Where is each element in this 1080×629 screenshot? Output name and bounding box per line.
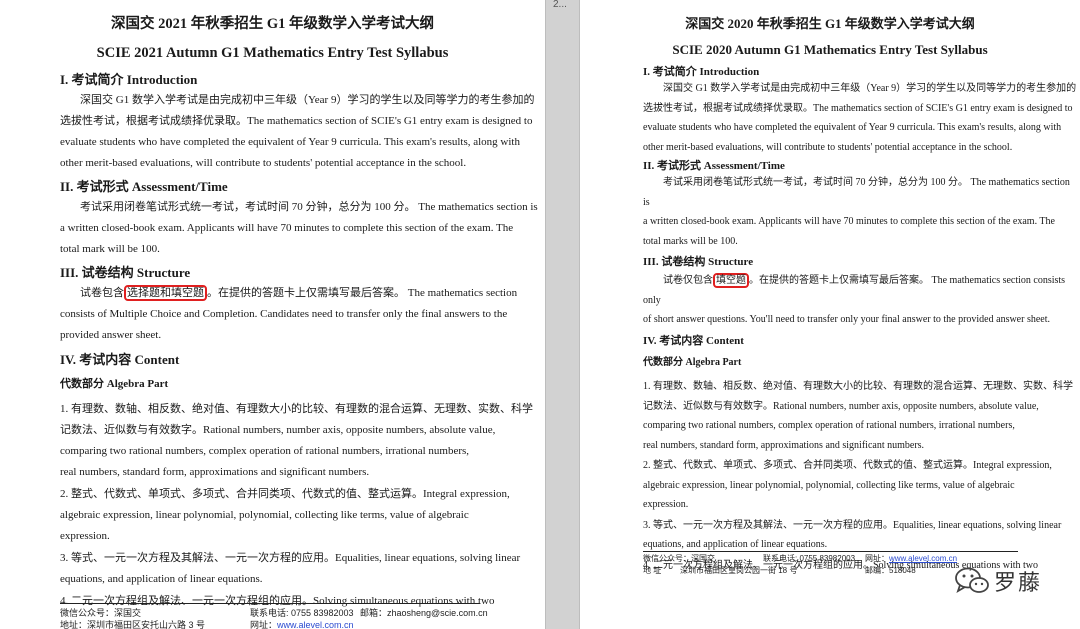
right-item-3-line: 3. 等式、一元一次方程及其解法、一元一次方程的应用。Equalities, l… — [643, 519, 1062, 531]
right-footer-address-label: 地 址 — [643, 566, 662, 575]
right-intro-line: 深国交 G1 数学入学考试是由完成初中三年级（Year 9）学习的学生以及同等学… — [663, 83, 1077, 94]
left-assessment-line: total mark will be 100. — [60, 243, 160, 255]
right-intro-line: other merit-based evaluations, will cont… — [643, 141, 1013, 153]
left-intro-line: other merit-based evaluations, will cont… — [60, 157, 467, 169]
right-item-2-line: algebraic expression, linear polynomial,… — [643, 479, 1015, 491]
left-intro-line: 选拔性考试，根据考试成绩择优录取。The mathematics section… — [60, 115, 533, 127]
right-document-page: 深国交 2020 年秋季招生 G1 年级数学入学考试大纲 SCIE 2020 A… — [580, 0, 1080, 629]
right-section-content: IV. 考试内容 Content — [643, 334, 744, 347]
left-intro-line: evaluate students who have completed the… — [60, 136, 520, 148]
left-item-2-line: algebraic expression, linear polynomial,… — [60, 509, 469, 521]
left-item-1-line: comparing two rational numbers, complex … — [60, 445, 470, 457]
right-footer-web-label: 网址： — [865, 554, 889, 563]
left-title-cn: 深国交 2021 年秋季招生 G1 年级数学入学考试大纲 — [110, 16, 435, 32]
right-intro-line: evaluate students who have completed the… — [643, 122, 1062, 133]
right-footer-postcode: 邮编：518048 — [865, 566, 916, 575]
right-item-1-line: 1. 有理数、数轴、相反数、绝对值、有理数大小的比较、有理数的混合运算、无理数、… — [643, 381, 1073, 392]
left-structure-post: 。在提供的答题卡上仅需填写最后答案。 The mathematics secti… — [207, 287, 518, 299]
right-structure-line: 试卷仅包含 填空题 。在提供的答题卡上仅需填写最后答案。 The mathemati… — [643, 271, 1078, 310]
left-section-structure: III. 试卷结构 Structure — [60, 265, 191, 280]
left-structure-line: consists of Multiple Choice and Completi… — [60, 308, 508, 320]
right-title-cn: 深国交 2020 年秋季招生 G1 年级数学入学考试大纲 — [685, 16, 975, 31]
left-assessment-line: 考试采用闭卷笔试形式统一考试，考试时间 70 分钟，总分为 100 分。 The… — [80, 201, 538, 213]
left-algebra-subheading: 代数部分 Algebra Part — [60, 378, 169, 390]
right-footer-rule — [643, 551, 1018, 552]
left-section-introduction: I. 考试简介 Introduction — [60, 72, 198, 87]
right-footer-wechat: 微信公众号：深国交 — [643, 554, 715, 563]
left-footer-rule — [60, 603, 480, 604]
left-body: I. 考试简介 Introduction 深国交 G1 数学入学考试是由完成初中… — [60, 69, 540, 612]
right-section-assessment: II. 考试形式 Assessment/Time — [643, 160, 785, 172]
right-title-en: SCIE 2020 Autumn G1 Mathematics Entry Te… — [672, 42, 988, 57]
left-footer-web-label: 网址： — [250, 620, 278, 629]
right-footer-phone: 联系电话: 0755 83982003 — [763, 554, 856, 563]
left-footer-email: 邮箱：zhaosheng@scie.com.cn — [360, 608, 488, 618]
left-footer-address: 地址：深圳市福田区安托山六路 3 号 — [60, 620, 206, 629]
right-item-1-line: comparing two rational numbers, complex … — [643, 420, 1015, 431]
right-section-introduction: I. 考试简介 Introduction — [643, 66, 760, 78]
right-item-2-line: 2. 整式、代数式、单项式、多项式、合并同类项、代数式的值、整式运算。Integ… — [643, 460, 1052, 471]
left-section-content: IV. 考试内容 Content — [60, 352, 180, 367]
right-highlight-box: 填空题 — [713, 273, 749, 288]
page-gap-label: 2... — [553, 0, 567, 10]
left-section-assessment: II. 考试形式 Assessment/Time — [60, 179, 228, 194]
right-structure-line: of short answer questions. You'll need t… — [643, 314, 1050, 325]
right-item-1-line: 记数法、近似数与有效数字。Rational numbers, number ax… — [643, 400, 1039, 412]
left-item-2-line: 2. 整式、代数式、单项式、多项式、合并同类项、代数式的值、整式运算。Integ… — [60, 488, 510, 500]
right-footer-address: 深圳市福田区皇岗公园一街 18 号 — [680, 566, 798, 575]
right-assessment-line: 考试采用闭卷笔试形式统一考试，考试时间 70 分钟，总分为 100 分。 The… — [643, 177, 1070, 208]
right-title-block: 深国交 2020 年秋季招生 G1 年级数学入学考试大纲 SCIE 2020 A… — [580, 13, 1080, 58]
left-structure-line: provided answer sheet. — [60, 329, 162, 341]
left-structure-line: 试卷包含 选择题和填空题 。在提供的答题卡上仅需填写最后答案。 The mathem… — [60, 283, 540, 304]
left-item-1-line: 记数法、近似数与有效数字。Rational numbers, number ax… — [60, 424, 496, 436]
right-footer-web-link[interactable]: www.alevel.com.cn — [889, 554, 957, 563]
right-footer-website: 网址：www.alevel.com.cn — [865, 553, 957, 564]
left-structure-pre: 试卷包含 — [80, 287, 124, 299]
right-body: I. 考试简介 Introduction 深国交 G1 数学入学考试是由完成初中… — [643, 63, 1078, 575]
right-assessment-line: a written closed-book exam. Applicants w… — [643, 216, 1055, 227]
page-gap: 2... — [545, 0, 580, 629]
right-assessment-line: total marks will be 100. — [643, 235, 738, 247]
right-intro-line: 选拔性考试，根据考试成绩择优录取。The mathematics section… — [643, 102, 1073, 114]
right-algebra-subheading: 代数部分 Algebra Part — [643, 356, 742, 368]
left-item-3-line: 3. 等式、一元一次方程及其解法、一元一次方程的应用。Equalities, l… — [60, 552, 521, 564]
left-item-3-line: equations, and application of linear equ… — [60, 573, 263, 585]
left-item-2-line: expression. — [60, 530, 110, 542]
left-footer-web-link[interactable]: www.alevel.com.cn — [277, 620, 354, 629]
left-title-block: 深国交 2021 年秋季招生 G1 年级数学入学考试大纲 SCIE 2021 A… — [0, 12, 545, 62]
left-document-page: 深国交 2021 年秋季招生 G1 年级数学入学考试大纲 SCIE 2021 A… — [0, 0, 545, 629]
left-assessment-line: a written closed-book exam. Applicants w… — [60, 222, 514, 234]
wechat-icon — [955, 567, 989, 593]
left-item-1-line: real numbers, standard form, approximati… — [60, 466, 370, 478]
watermark: 罗藤 — [954, 565, 1042, 597]
left-highlight-box: 选择题和填空题 — [124, 285, 207, 301]
right-item-1-line: real numbers, standard form, approximati… — [643, 439, 925, 451]
left-footer-website: 网址：www.alevel.com.cn — [250, 618, 354, 629]
right-section-structure: III. 试卷结构 Structure — [643, 256, 754, 268]
left-intro-line: 深国交 G1 数学入学考试是由完成初中三年级（Year 9）学习的学生以及同等学… — [80, 94, 535, 106]
left-title-en: SCIE 2021 Autumn G1 Mathematics Entry Te… — [96, 45, 449, 61]
right-structure-pre: 试卷仅包含 — [663, 275, 713, 286]
left-item-1-line: 1. 有理数、数轴、相反数、绝对值、有理数大小的比较、有理数的混合运算、无理数、… — [60, 403, 533, 415]
watermark-text: 罗藤 — [993, 571, 1042, 596]
right-item-2-line: expression. — [643, 499, 689, 510]
